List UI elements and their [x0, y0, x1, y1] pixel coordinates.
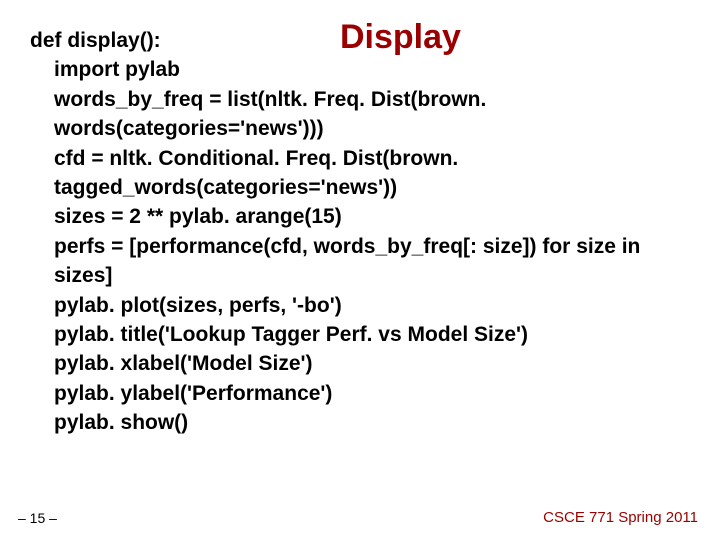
- code-line: pylab. ylabel('Performance'): [30, 379, 670, 408]
- code-line: import pylab: [30, 55, 670, 84]
- page-number: – 15 –: [18, 510, 57, 526]
- code-line: pylab. title('Lookup Tagger Perf. vs Mod…: [30, 320, 670, 349]
- code-line: pylab. show(): [30, 408, 670, 437]
- code-line: pylab. xlabel('Model Size'): [30, 349, 670, 378]
- code-line: words_by_freq = list(nltk. Freq. Dist(br…: [30, 85, 670, 144]
- slide: Display def display(): import pylab word…: [0, 0, 720, 540]
- code-block: def display(): import pylab words_by_fre…: [30, 26, 670, 437]
- code-line: def display():: [30, 29, 161, 52]
- course-footer: CSCE 771 Spring 2011: [543, 509, 698, 526]
- code-line: pylab. plot(sizes, perfs, '-bo'): [30, 291, 670, 320]
- code-line: cfd = nltk. Conditional. Freq. Dist(brow…: [30, 144, 670, 203]
- code-line: sizes = 2 ** pylab. arange(15): [30, 202, 670, 231]
- code-line: perfs = [performance(cfd, words_by_freq[…: [30, 232, 670, 291]
